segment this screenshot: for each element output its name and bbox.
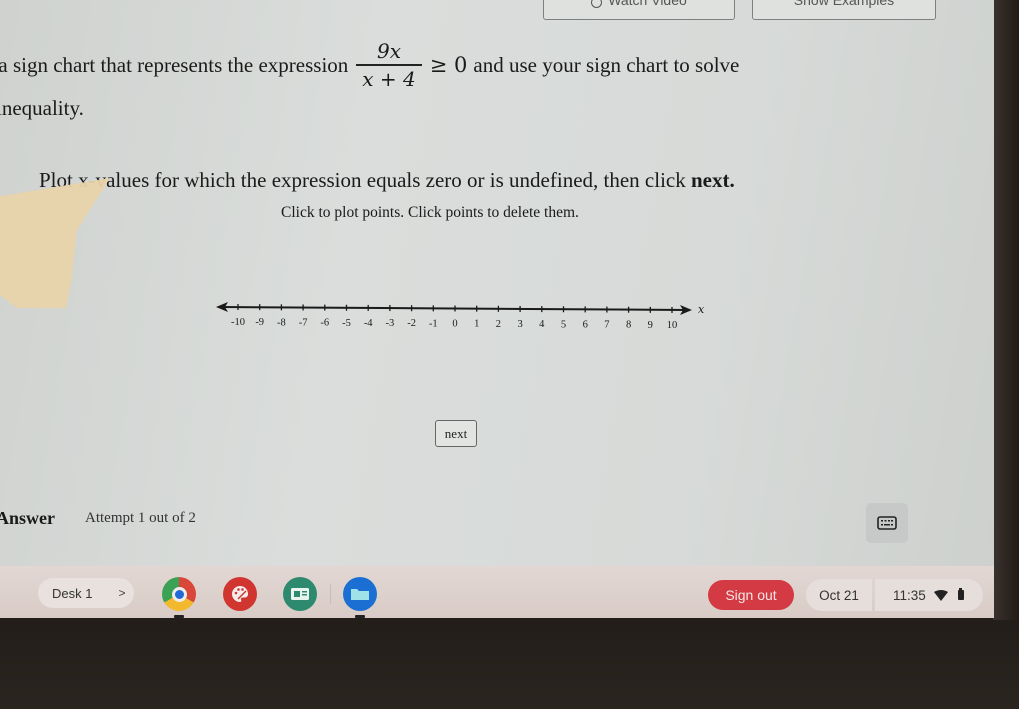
tick-label: 1 bbox=[474, 319, 479, 330]
tick-label: 4 bbox=[539, 319, 545, 330]
classroom-app-button[interactable] bbox=[283, 577, 317, 611]
wifi-icon bbox=[933, 589, 948, 601]
desk-switcher[interactable]: Desk 1 > bbox=[38, 578, 134, 608]
question-prefix: ake a sign chart that represents the exp… bbox=[0, 53, 349, 77]
tick-label: -4 bbox=[364, 318, 373, 329]
tick-label: -6 bbox=[320, 318, 329, 329]
number-line[interactable]: x-10 -9 -8 -7 -6 -5 -4 -3 -2 -1 0 1 2 3 4 5 6 7 8 9 10 bbox=[210, 295, 710, 335]
battery-icon bbox=[957, 588, 964, 600]
axis-label: x bbox=[698, 303, 705, 316]
tick-label: -1 bbox=[429, 318, 438, 329]
tick-label: -3 bbox=[386, 318, 395, 329]
status-tray[interactable]: 11:35 bbox=[875, 579, 983, 611]
screen: Watch Video Show Examples ake a sign cha… bbox=[0, 0, 994, 618]
palette-icon bbox=[232, 586, 249, 602]
keyboard-button[interactable] bbox=[866, 503, 908, 543]
tick-label: -9 bbox=[255, 317, 264, 328]
tick-label: 7 bbox=[604, 320, 609, 331]
keyboard-icon bbox=[877, 516, 897, 530]
running-indicator bbox=[355, 615, 365, 618]
files-app-button[interactable] bbox=[343, 577, 377, 618]
fraction-denominator: x + 4 bbox=[362, 67, 416, 91]
tick-label: -10 bbox=[231, 317, 245, 328]
answer-heading: Answer bbox=[0, 508, 55, 528]
watch-video-label: Watch Video bbox=[608, 0, 687, 8]
tick-label: 9 bbox=[648, 320, 653, 331]
question-suffix: and use your sign chart to solve bbox=[473, 53, 740, 77]
next-label: next bbox=[444, 425, 468, 441]
running-indicator bbox=[174, 615, 184, 618]
tick-label: 3 bbox=[517, 319, 522, 330]
play-circle-icon bbox=[591, 0, 603, 8]
tick-label: 8 bbox=[626, 320, 631, 331]
next-button[interactable]: next bbox=[435, 420, 477, 447]
folder-icon bbox=[351, 589, 369, 600]
tick-label: 5 bbox=[561, 319, 566, 330]
system-shelf: Desk 1 > Sign out Oct 21 11:35 bbox=[0, 566, 994, 618]
tick-label: -2 bbox=[407, 318, 416, 329]
number-line-axis[interactable] bbox=[217, 306, 689, 311]
show-examples-button[interactable]: Show Examples bbox=[752, 0, 936, 20]
fraction-expression: 9x x + 4 bbox=[356, 38, 422, 92]
tick-label: -5 bbox=[342, 318, 351, 329]
date-tray[interactable]: Oct 21 bbox=[806, 579, 872, 611]
canvas-app-button[interactable] bbox=[223, 577, 257, 611]
date-label: Oct 21 bbox=[819, 587, 859, 603]
chrome-icon bbox=[171, 586, 187, 602]
fraction-numerator: 9x bbox=[377, 39, 402, 63]
instruction-text: Plot x-values for which the expression e… bbox=[39, 168, 735, 193]
show-examples-label: Show Examples bbox=[793, 0, 895, 8]
bezel-edge bbox=[993, 0, 1019, 620]
desk-label: Desk 1 bbox=[52, 585, 93, 601]
classroom-icon bbox=[291, 588, 309, 600]
instruction-emphasis: next. bbox=[690, 168, 735, 192]
tick-label: 2 bbox=[496, 319, 501, 330]
shelf-divider bbox=[330, 584, 331, 604]
tick-label: 0 bbox=[452, 319, 457, 330]
instruction-main: Plot x-values for which the expression e… bbox=[39, 168, 691, 192]
chrome-app-button[interactable] bbox=[162, 577, 196, 618]
question-prompt: ake a sign chart that represents the exp… bbox=[0, 38, 924, 122]
sign-out-button[interactable]: Sign out bbox=[708, 580, 794, 610]
clock-time: 11:35 bbox=[893, 587, 926, 603]
sub-instruction-text: Click to plot points. Click points to de… bbox=[281, 204, 579, 221]
question-line-1: ake a sign chart that represents the exp… bbox=[0, 38, 924, 92]
tick-label: 10 bbox=[667, 320, 678, 331]
screen-glare bbox=[0, 178, 110, 308]
question-line-2: inequality. bbox=[0, 96, 84, 120]
tick-label: 6 bbox=[583, 319, 588, 330]
inequality-relation: ≥ 0 bbox=[429, 53, 468, 77]
question-page: Watch Video Show Examples ake a sign cha… bbox=[0, 0, 994, 566]
tick-label: -7 bbox=[299, 317, 308, 328]
chevron-right-icon: > bbox=[118, 586, 126, 600]
sign-out-label: Sign out bbox=[725, 587, 777, 603]
attempt-counter: Attempt 1 out of 2 bbox=[85, 510, 196, 526]
tick-label: -8 bbox=[277, 317, 286, 328]
watch-video-button[interactable]: Watch Video bbox=[543, 0, 735, 20]
